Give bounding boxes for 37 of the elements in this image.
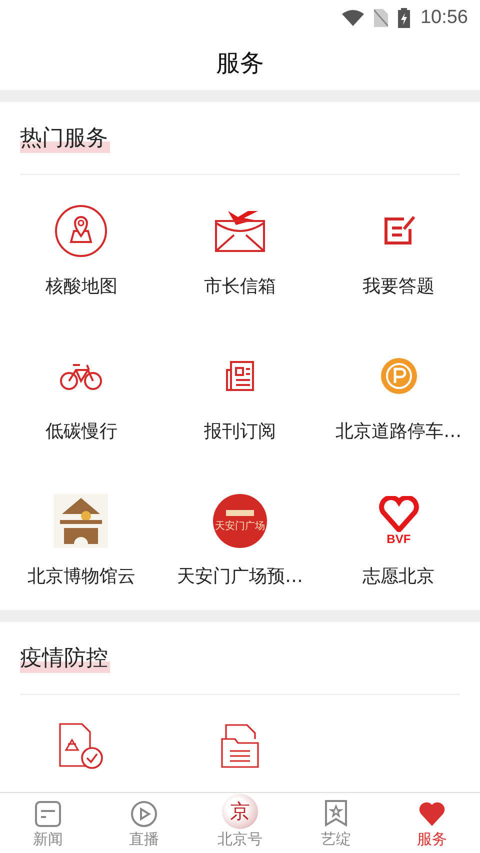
newspaper-icon	[224, 360, 255, 392]
bicycle-icon	[59, 361, 104, 391]
battery-charging-icon	[398, 8, 410, 28]
page-title: 服务	[216, 48, 264, 79]
nav-tab[interactable]: 新闻	[0, 793, 96, 853]
heart-icon	[418, 801, 446, 827]
map-pin-icon	[54, 204, 108, 258]
volunteer-logo: BVF	[378, 496, 419, 546]
service-label[interactable]: 市长信箱	[204, 274, 276, 298]
service-label[interactable]: 北京博物馆云	[27, 564, 136, 588]
pagoda-logo-icon	[54, 494, 108, 548]
service-label[interactable]: 天安门广场预…	[176, 564, 303, 588]
service-label[interactable]: 报刊订阅	[204, 419, 276, 443]
service-label[interactable]: 我要答题	[362, 274, 435, 298]
section-title: 热门服务	[20, 123, 110, 153]
gate-drawing	[226, 510, 254, 516]
no-sim-icon	[374, 9, 388, 27]
wifi-icon	[342, 10, 364, 26]
edit-icon	[382, 215, 416, 247]
clock-time: 10:56	[420, 7, 468, 29]
nav-tab[interactable]: 服务	[384, 793, 480, 853]
service-label[interactable]: 核酸地图	[45, 274, 118, 298]
nav-tab[interactable]: 京 北京号	[192, 793, 288, 853]
nav-tab[interactable]: 艺绽	[288, 793, 384, 853]
service-label[interactable]: 北京道路停车…	[336, 419, 462, 443]
parking-coin-icon	[380, 357, 418, 395]
play-icon	[131, 801, 157, 827]
news-icon	[35, 801, 61, 827]
document-check-icon	[58, 722, 104, 770]
envelope-icon	[214, 209, 266, 253]
folder-document-icon	[220, 723, 259, 769]
service-label[interactable]: 低碳慢行	[45, 419, 118, 443]
service-label[interactable]: 志愿北京	[362, 564, 435, 588]
nav-tab[interactable]: 直播	[96, 793, 192, 853]
logo-text: 天安门广场	[214, 520, 265, 532]
app-logo: 京	[222, 794, 258, 829]
bookmark-star-icon	[324, 799, 348, 827]
